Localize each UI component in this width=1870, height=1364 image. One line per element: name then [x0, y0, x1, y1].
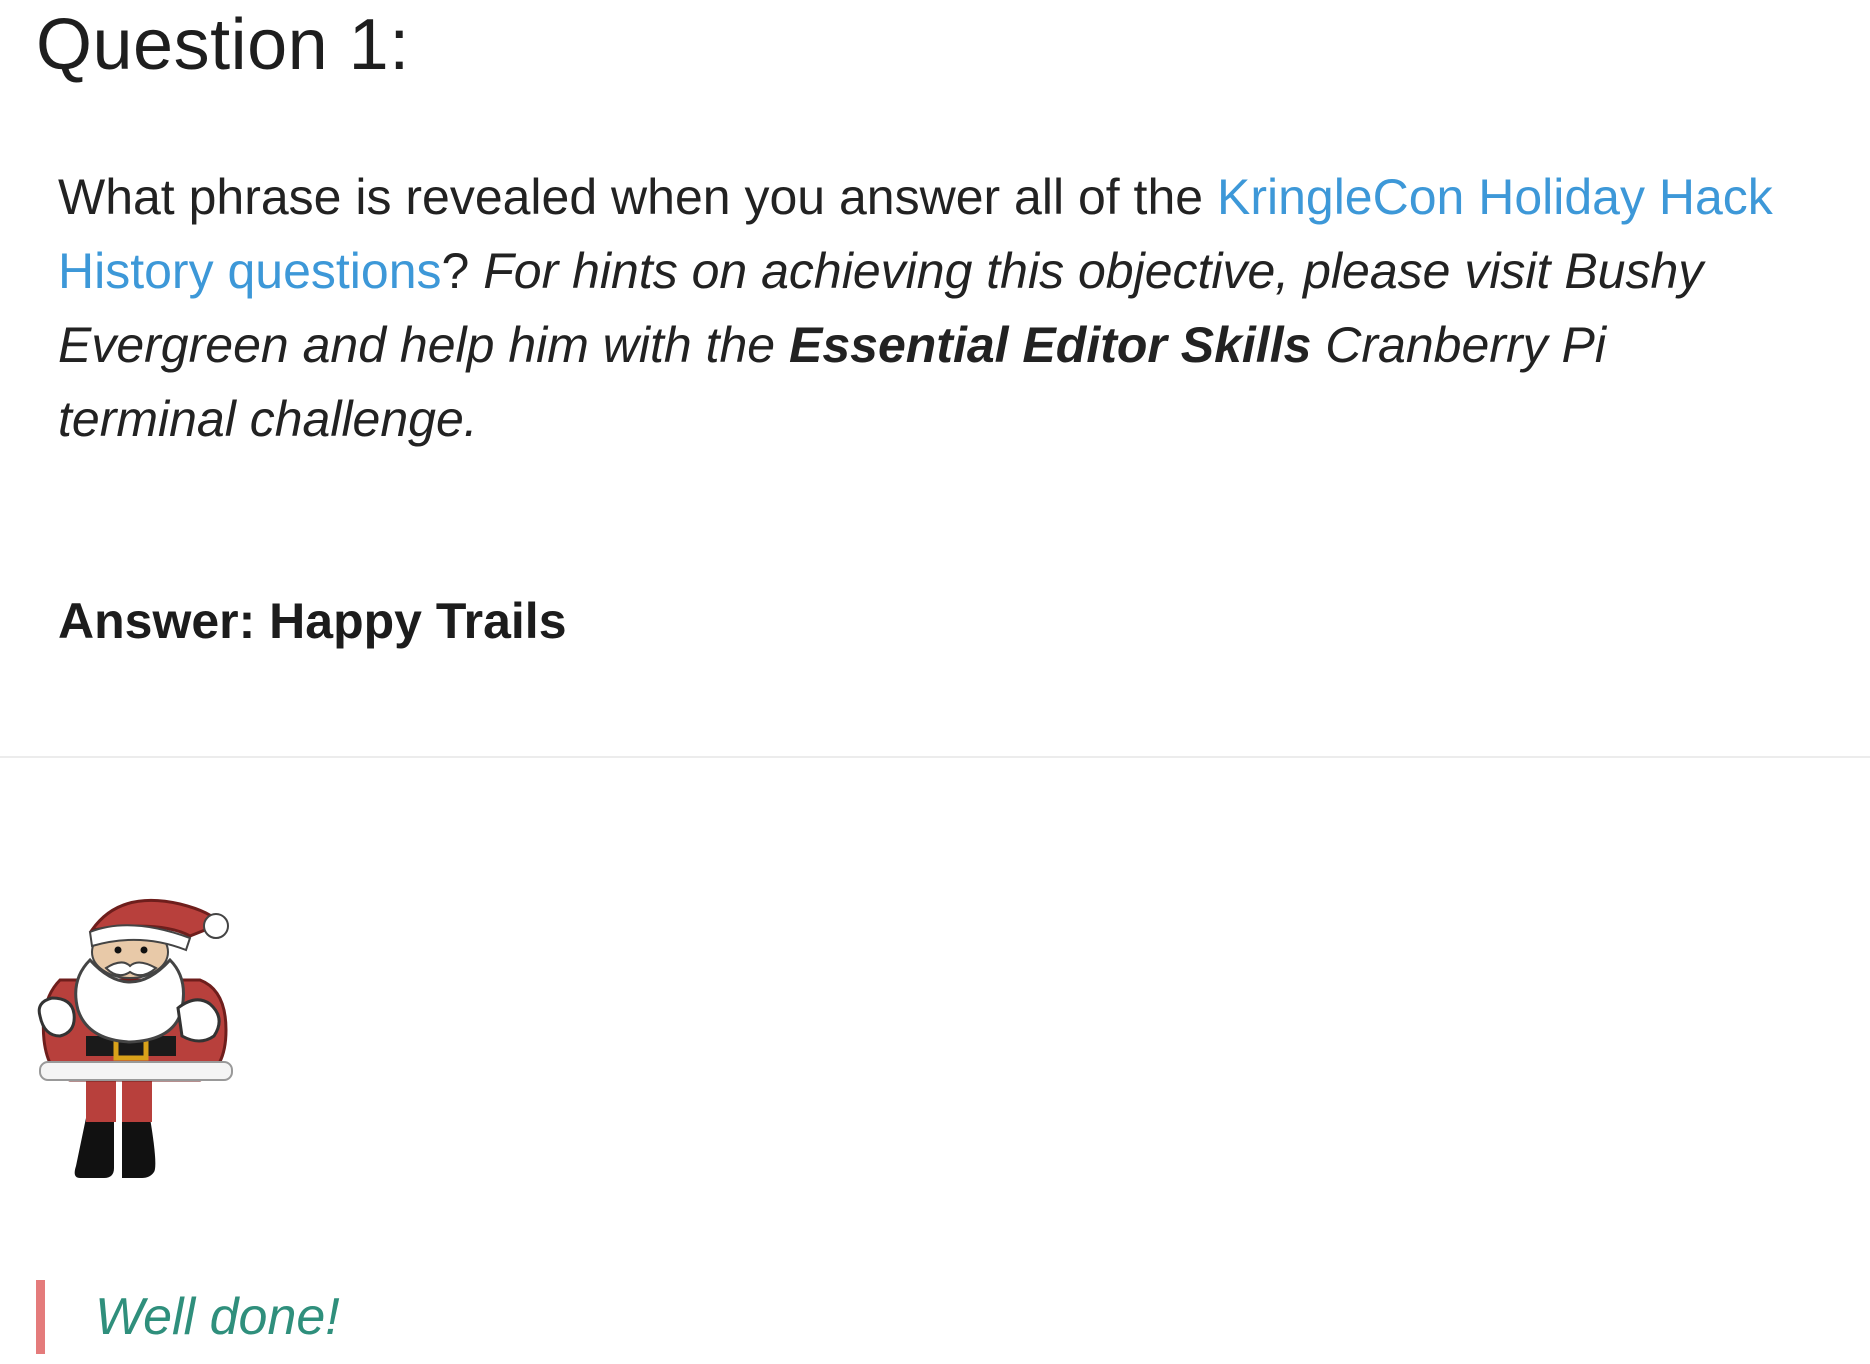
- well-done-quote: Well done!: [36, 1280, 340, 1354]
- question-text: What phrase is revealed when you answer …: [58, 169, 1217, 225]
- question-paragraph: What phrase is revealed when you answer …: [58, 160, 1778, 456]
- quote-text: Well done!: [95, 1288, 340, 1346]
- page-title: Question 1:: [36, 5, 410, 85]
- section-divider: [0, 756, 1870, 758]
- answer-text: Answer: Happy Trails: [58, 593, 567, 649]
- challenge-name: Essential Editor Skills: [788, 317, 1312, 373]
- santa-icon: [30, 890, 240, 1190]
- question-mark: ?: [441, 243, 470, 299]
